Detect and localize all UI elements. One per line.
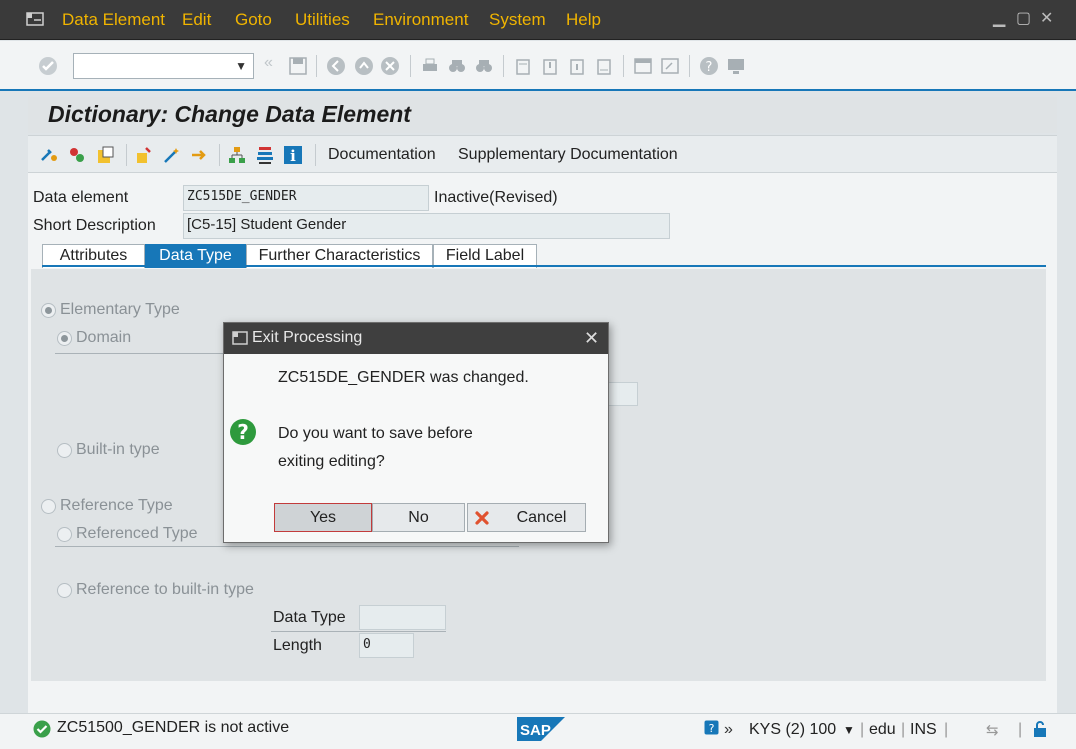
double-chevron-icon: « — [264, 54, 273, 71]
menu-system[interactable]: System — [489, 10, 546, 30]
new-session-icon[interactable] — [633, 56, 653, 76]
reference-type-radio[interactable] — [41, 499, 56, 514]
svg-text:?: ? — [709, 722, 715, 735]
short-description-field[interactable]: [C5-15] Student Gender — [183, 213, 670, 239]
cancel-label: Cancel — [516, 509, 567, 526]
question-icon: ? — [230, 419, 256, 445]
help-icon[interactable]: ? — [699, 56, 719, 76]
enter-check-icon[interactable] — [38, 56, 58, 76]
save-icon[interactable] — [288, 56, 308, 76]
insert-mode[interactable]: INS — [910, 721, 937, 739]
system-menu-icon[interactable] — [26, 11, 44, 27]
short-description-label: Short Description — [33, 217, 156, 234]
status-bar: ZC51500_GENDER is not active SAP ? » KYS… — [0, 713, 1076, 749]
dialog-message-3: exiting editing? — [278, 453, 385, 470]
lock-icon — [1034, 721, 1046, 737]
hierarchy-icon[interactable] — [227, 145, 247, 165]
builtin-type-radio[interactable] — [57, 443, 72, 458]
title-bar: Dictionary: Change Data Element — [28, 97, 1057, 133]
cancel-icon[interactable] — [380, 56, 400, 76]
customize-layout-icon[interactable] — [726, 56, 746, 76]
close-window-icon[interactable]: ✕ — [1040, 8, 1053, 28]
menu-environment[interactable]: Environment — [373, 10, 468, 30]
svg-text:?: ? — [706, 60, 713, 75]
chevron-down-icon[interactable]: ▼ — [235, 59, 247, 73]
session-dropdown-icon[interactable]: ▼ — [843, 723, 855, 737]
menu-edit[interactable]: Edit — [182, 10, 211, 30]
check-icon[interactable] — [95, 145, 115, 165]
next-page-icon[interactable] — [567, 56, 587, 76]
no-button[interactable]: No — [372, 503, 465, 532]
exit-icon[interactable] — [354, 56, 374, 76]
last-page-icon[interactable] — [594, 56, 614, 76]
referenced-type-radio[interactable] — [57, 527, 72, 542]
yes-button[interactable]: Yes — [274, 503, 372, 532]
data-element-label: Data element — [33, 189, 129, 206]
elementary-type-radio[interactable] — [41, 303, 56, 318]
server-info: edu — [869, 721, 896, 738]
page-title: Dictionary: Change Data Element — [48, 101, 411, 127]
dialog-title: Exit Processing — [252, 329, 363, 346]
connection-icon: ⇆ — [986, 722, 999, 739]
data-type-field[interactable] — [359, 605, 446, 630]
reference-builtin-radio[interactable] — [57, 583, 72, 598]
menu-utilities[interactable]: Utilities — [295, 10, 350, 30]
menu-goto[interactable]: Goto — [235, 10, 272, 30]
print-icon[interactable] — [420, 56, 440, 76]
activate-icon[interactable] — [134, 145, 154, 165]
domain-radio[interactable] — [57, 331, 72, 346]
expand-status-icon[interactable]: » — [724, 721, 733, 739]
status-message[interactable]: ZC51500_GENDER is not active — [57, 719, 289, 737]
dialog-header: Exit Processing ✕ — [224, 323, 608, 354]
shortcut-icon[interactable] — [660, 56, 680, 76]
exit-processing-dialog: Exit Processing ✕ ZC515DE_GENDER was cha… — [223, 322, 609, 543]
length-label: Length — [273, 637, 322, 654]
reference-builtin-label: Reference to built-in type — [76, 581, 254, 598]
domain-label: Domain — [76, 329, 132, 346]
info-icon[interactable]: i — [283, 145, 303, 165]
referenced-type-label: Referenced Type — [76, 525, 198, 542]
sap-logo: SAP — [517, 717, 565, 741]
find-icon[interactable] — [447, 56, 467, 76]
back-icon[interactable] — [326, 56, 346, 76]
cancel-x-icon — [475, 511, 489, 525]
dialog-message-2: Do you want to save before — [278, 425, 473, 442]
help-status-icon[interactable]: ? — [704, 720, 719, 735]
session-info[interactable]: KYS (2) 100 — [749, 721, 836, 739]
minimize-icon[interactable]: ▁ — [993, 8, 1005, 28]
builtin-type-label: Built-in type — [76, 441, 160, 458]
data-element-status: Inactive(Revised) — [434, 189, 558, 206]
tab-divider — [42, 265, 1046, 267]
menu-data-element[interactable]: Data Element — [62, 10, 165, 30]
command-field[interactable]: ▼ — [73, 53, 254, 79]
find-next-icon[interactable] — [474, 56, 494, 76]
menu-bar: Data Element Edit Goto Utilities Environ… — [0, 0, 1076, 40]
magic-wand-icon[interactable] — [162, 145, 182, 165]
data-type-label: Data Type — [273, 609, 346, 626]
svg-text:SAP: SAP — [520, 722, 551, 739]
stack-icon[interactable] — [255, 145, 275, 165]
first-page-icon[interactable] — [513, 56, 533, 76]
other-object-icon[interactable] — [67, 145, 87, 165]
maximize-icon[interactable]: ▢ — [1016, 8, 1031, 28]
dialog-message-1: ZC515DE_GENDER was changed. — [278, 369, 529, 386]
success-check-icon — [33, 720, 51, 738]
menu-help[interactable]: Help — [566, 10, 601, 30]
elementary-type-label: Elementary Type — [60, 301, 180, 318]
dialog-close-icon[interactable]: ✕ — [584, 328, 599, 349]
display-change-icon[interactable] — [39, 145, 59, 165]
application-toolbar: i Documentation Supplementary Documentat… — [28, 135, 1057, 173]
where-used-icon[interactable] — [189, 145, 209, 165]
documentation-button[interactable]: Documentation — [328, 146, 436, 164]
data-element-field[interactable]: ZC515DE_GENDER — [183, 185, 429, 211]
cancel-button[interactable]: Cancel — [467, 503, 586, 532]
length-field[interactable]: 0 — [359, 633, 414, 658]
standard-toolbar: ▼ « ? — [0, 41, 1076, 91]
svg-text:i: i — [290, 147, 296, 165]
reference-type-label: Reference Type — [60, 497, 173, 514]
dialog-system-icon — [232, 331, 248, 345]
supplementary-documentation-button[interactable]: Supplementary Documentation — [458, 146, 678, 164]
previous-page-icon[interactable] — [540, 56, 560, 76]
svg-text:?: ? — [237, 420, 249, 444]
